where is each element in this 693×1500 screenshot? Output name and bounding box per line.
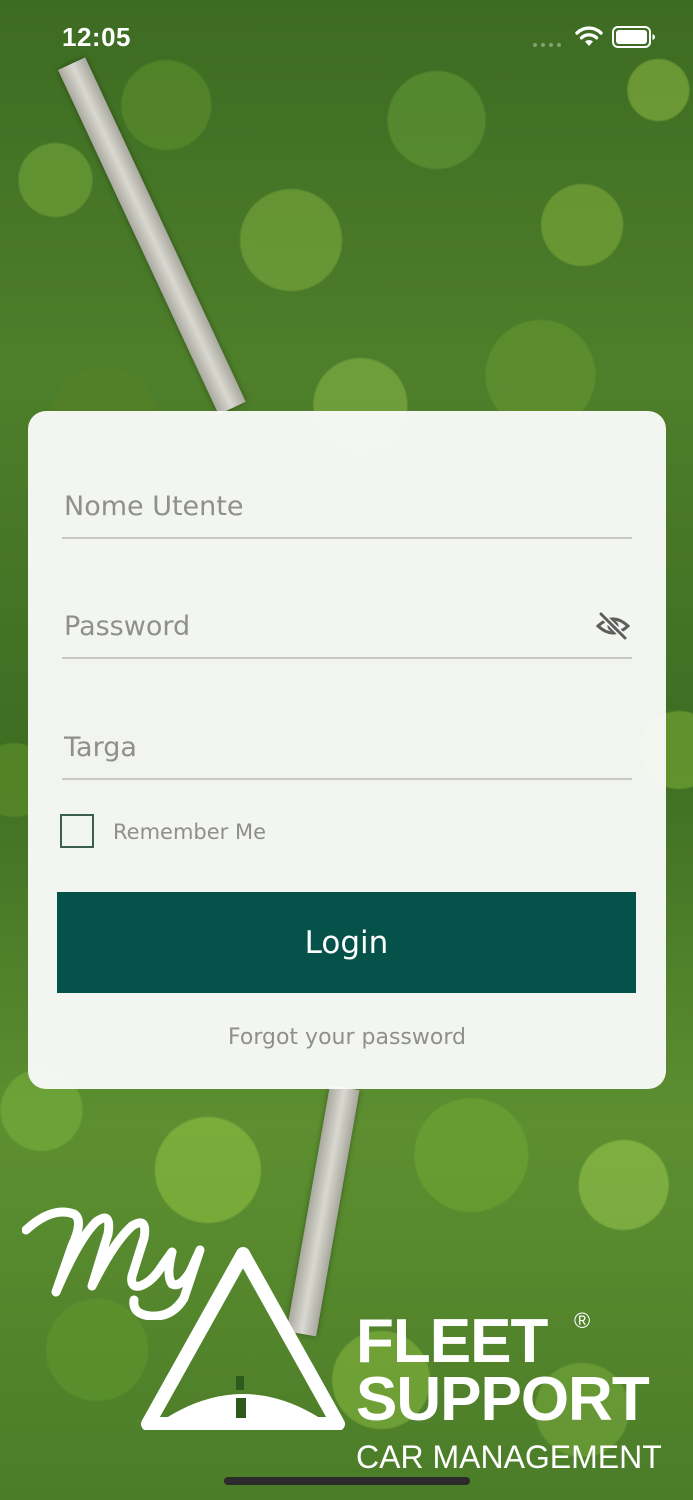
logo-support-text: SUPPORT	[356, 1365, 650, 1434]
remember-me: Remember Me	[60, 814, 360, 852]
username-field	[62, 477, 632, 539]
wifi-icon	[575, 26, 603, 46]
status-time: 12:05	[62, 22, 131, 52]
eye-slash-icon[interactable]	[596, 611, 630, 641]
plate-input[interactable]	[62, 718, 584, 776]
status-bar: 12:05	[0, 0, 693, 78]
forgot-password-link[interactable]: Forgot your password	[28, 1025, 666, 1050]
username-input[interactable]	[62, 477, 584, 535]
logo-fleet-text: FLEET	[356, 1307, 548, 1376]
logo-car-management-text: CAR MANAGEMENT	[356, 1439, 662, 1475]
login-card: Remember Me Login Forgot your password	[28, 411, 666, 1089]
battery-icon	[612, 26, 655, 48]
plate-field	[62, 718, 632, 780]
home-indicator[interactable]	[224, 1477, 470, 1485]
road-top	[58, 57, 246, 415]
password-field	[62, 597, 632, 659]
logo-registered-mark: ®	[574, 1308, 591, 1333]
password-input[interactable]	[62, 597, 584, 655]
signal-icon	[533, 43, 561, 47]
myfleet-logo: FLEET ® SUPPORT CAR MANAGEMENT	[0, 1200, 693, 1490]
remember-me-checkbox[interactable]	[60, 814, 94, 848]
remember-me-label[interactable]: Remember Me	[113, 820, 266, 844]
login-button[interactable]: Login	[57, 892, 636, 993]
logo-road-mark	[141, 1247, 345, 1430]
